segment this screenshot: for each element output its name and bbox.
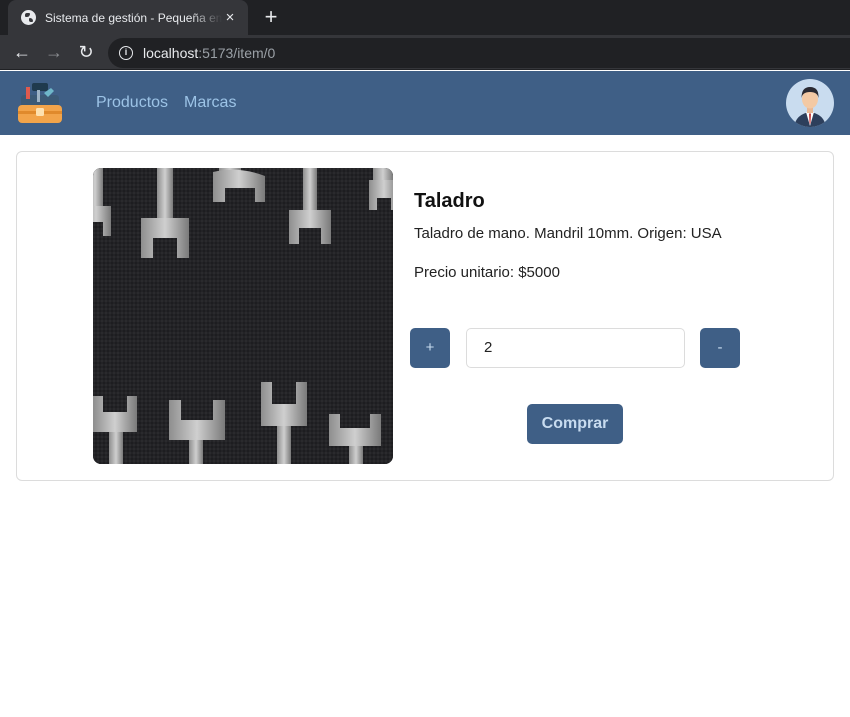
reload-icon[interactable]: ↻ bbox=[74, 41, 98, 65]
address-bar[interactable]: i localhost:5173/item/0 bbox=[108, 38, 850, 68]
nav-link-productos[interactable]: Productos bbox=[96, 94, 168, 112]
url-text: localhost:5173/item/0 bbox=[143, 45, 275, 61]
buy-button[interactable]: Comprar bbox=[527, 404, 623, 444]
globe-icon bbox=[21, 10, 36, 25]
product-card: Taladro Taladro de mano. Mandril 10mm. O… bbox=[16, 151, 834, 481]
browser-tab[interactable]: Sistema de gestión - Pequeña empresa × bbox=[8, 0, 248, 35]
user-avatar-icon[interactable] bbox=[786, 79, 834, 127]
browser-toolbar: ← → ↻ i localhost:5173/item/0 bbox=[0, 35, 850, 70]
url-host: localhost bbox=[143, 45, 199, 61]
product-name: Taladro bbox=[414, 190, 485, 212]
close-tab-icon[interactable]: × bbox=[222, 9, 238, 26]
product-description: Taladro de mano. Mandril 10mm. Origen: U… bbox=[414, 225, 722, 242]
product-price: Precio unitario: $5000 bbox=[414, 264, 560, 281]
new-tab-icon[interactable]: + bbox=[260, 6, 282, 28]
decrement-button[interactable]: - bbox=[700, 328, 740, 368]
url-path: :5173/item/0 bbox=[198, 45, 276, 61]
browser-tabstrip: Sistema de gestión - Pequeña empresa × + bbox=[0, 0, 850, 35]
app-navbar: Productos Marcas bbox=[0, 71, 850, 135]
nav-link-marcas[interactable]: Marcas bbox=[184, 94, 236, 112]
tab-title: Sistema de gestión - Pequeña empresa bbox=[45, 10, 222, 25]
product-image bbox=[93, 168, 393, 464]
increment-button[interactable]: + bbox=[410, 328, 450, 368]
back-arrow-icon[interactable]: ← bbox=[10, 41, 34, 65]
site-info-icon[interactable]: i bbox=[119, 46, 133, 60]
quantity-input[interactable]: 2 bbox=[466, 328, 685, 368]
forward-arrow-icon[interactable]: → bbox=[42, 41, 66, 65]
toolbox-icon[interactable] bbox=[17, 81, 63, 127]
